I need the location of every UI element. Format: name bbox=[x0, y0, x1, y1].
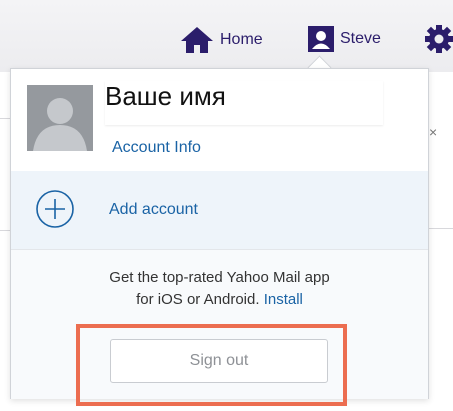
user-icon bbox=[308, 26, 334, 52]
promo-line-2: for iOS or Android. Install bbox=[11, 289, 428, 311]
gear-icon[interactable] bbox=[424, 24, 453, 54]
promo-text: for iOS or Android. bbox=[136, 291, 264, 308]
account-info-link[interactable]: Account Info bbox=[112, 139, 201, 157]
close-icon[interactable]: × bbox=[429, 124, 437, 140]
user-name-label: Steve bbox=[340, 30, 381, 47]
avatar bbox=[27, 85, 93, 151]
account-section: Ваше имя Account Info bbox=[11, 69, 428, 172]
add-account-link[interactable]: Add account bbox=[109, 201, 198, 219]
default-avatar-icon bbox=[33, 98, 87, 151]
display-name-field[interactable]: Ваше имя bbox=[105, 81, 383, 125]
user-nav-link[interactable]: Steve bbox=[308, 26, 381, 52]
display-name: Ваше имя bbox=[105, 81, 226, 111]
highlight-box bbox=[76, 324, 347, 406]
background-divider bbox=[427, 228, 453, 229]
install-link[interactable]: Install bbox=[264, 291, 303, 308]
home-label: Home bbox=[220, 31, 263, 48]
top-navigation-bar: Home Steve bbox=[0, 0, 453, 72]
mail-app-promo: Get the top-rated Yahoo Mail app for iOS… bbox=[11, 267, 428, 311]
home-nav-link[interactable]: Home bbox=[180, 26, 263, 54]
add-account-section[interactable]: Add account bbox=[11, 171, 428, 250]
promo-line-1: Get the top-rated Yahoo Mail app bbox=[109, 269, 330, 286]
home-icon bbox=[181, 27, 213, 53]
add-circle-icon bbox=[36, 190, 74, 228]
